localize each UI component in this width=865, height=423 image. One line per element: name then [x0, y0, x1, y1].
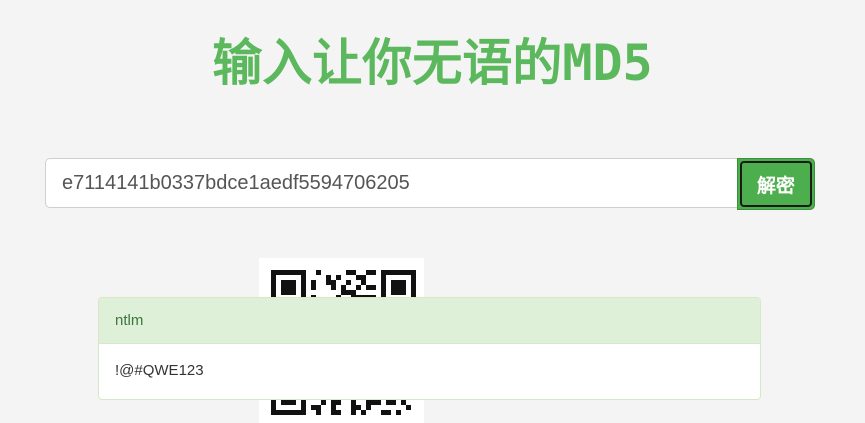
md5-input[interactable] — [45, 158, 737, 208]
result-panel: ntlm !@#QWE123 — [98, 297, 761, 400]
search-bar: 解密 — [45, 158, 815, 210]
page-title: 输入让你无语的MD5 — [212, 34, 653, 92]
decrypt-button[interactable]: 解密 — [737, 158, 815, 210]
result-plaintext: !@#QWE123 — [115, 362, 204, 379]
page: 输入让你无语的MD5 解密 ntlm !@#QWE123 — [0, 0, 865, 423]
result-type-label: ntlm — [99, 298, 760, 344]
decrypt-button-label: 解密 — [740, 161, 812, 207]
